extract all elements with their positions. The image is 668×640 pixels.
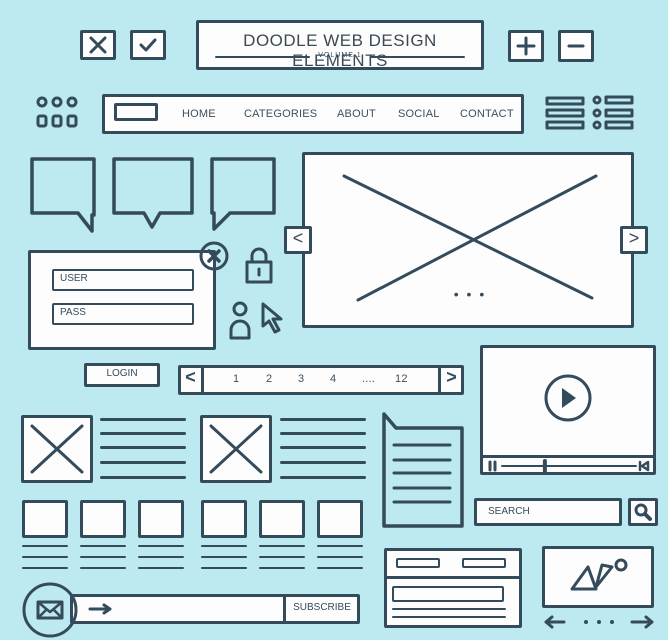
caption-line xyxy=(317,567,363,569)
grid-icon[interactable] xyxy=(36,96,82,130)
caption-line xyxy=(259,556,305,558)
image-placeholder-icon xyxy=(209,424,263,474)
subscribe-button[interactable]: SUBSCRIBE xyxy=(286,602,358,613)
document-icon xyxy=(382,412,464,528)
arrow-right-icon xyxy=(88,603,112,615)
page-3[interactable]: 3 xyxy=(298,373,304,385)
gallery-tile-4[interactable] xyxy=(201,500,247,538)
search-placeholder: SEARCH xyxy=(488,506,530,517)
caption-line xyxy=(317,556,363,558)
check-icon xyxy=(139,38,157,52)
user-field-placeholder: USER xyxy=(60,273,88,284)
login-button-label: LOGIN xyxy=(106,368,138,379)
slider-dots[interactable]: • • • xyxy=(440,286,500,302)
page-1[interactable]: 1 xyxy=(233,373,239,385)
lock-icon xyxy=(245,247,273,284)
form-field-small-1[interactable] xyxy=(396,558,440,568)
user-icon xyxy=(229,301,251,340)
form-field-small-2[interactable] xyxy=(462,558,506,568)
chevron-left-icon: < xyxy=(292,228,304,248)
minus-icon xyxy=(567,44,585,48)
carousel-arrows[interactable] xyxy=(544,614,656,630)
nav-item-home[interactable]: HOME xyxy=(182,108,216,120)
nav-item-about[interactable]: ABOUT xyxy=(337,108,376,120)
login-panel xyxy=(28,250,216,350)
page-4[interactable]: 4 xyxy=(330,373,336,385)
caption-line xyxy=(259,567,305,569)
image-icon xyxy=(570,558,628,591)
nav-item-contact[interactable]: CONTACT xyxy=(460,108,514,120)
caption-line xyxy=(22,556,68,558)
speech-bubble-right xyxy=(210,157,276,231)
page-12[interactable]: 12 xyxy=(395,373,408,385)
caption-line xyxy=(201,545,247,547)
caption-line xyxy=(22,567,68,569)
caption-line xyxy=(138,545,184,547)
caption-line xyxy=(259,545,305,547)
close-circle-icon[interactable] xyxy=(198,240,230,272)
caption-line xyxy=(201,567,247,569)
caption-line xyxy=(138,567,184,569)
pagination-next-button[interactable]: > xyxy=(438,367,462,393)
form-field-wide[interactable] xyxy=(392,586,504,602)
pagination xyxy=(178,365,464,395)
nav-item-social[interactable]: SOCIAL xyxy=(398,108,440,120)
chevron-right-icon: > xyxy=(628,228,640,248)
pagination-prev-button[interactable]: < xyxy=(180,367,204,393)
gallery-tile-5[interactable] xyxy=(259,500,305,538)
caption-line xyxy=(80,556,126,558)
close-icon xyxy=(89,36,107,54)
cursor-icon xyxy=(261,302,283,334)
pass-field-placeholder: PASS xyxy=(60,307,86,318)
navbar-logo[interactable] xyxy=(114,103,158,121)
speech-bubble-left xyxy=(30,157,96,233)
bullet-list-icon[interactable] xyxy=(592,95,636,132)
page-subtitle: VOLUME 1 xyxy=(318,52,362,59)
mail-icon[interactable] xyxy=(20,582,80,638)
caption-line xyxy=(22,545,68,547)
page-ellipsis: .... xyxy=(362,373,376,385)
image-placeholder-icon xyxy=(30,424,84,474)
video-controls xyxy=(488,459,650,473)
gallery-tile-6[interactable] xyxy=(317,500,363,538)
caption-line xyxy=(80,545,126,547)
caption-line xyxy=(201,556,247,558)
play-button-icon[interactable] xyxy=(542,372,594,424)
gallery-tile-1[interactable] xyxy=(22,500,68,538)
caption-line xyxy=(138,556,184,558)
page-title: DOODLE WEB DESIGN ELEMENTS xyxy=(243,31,437,70)
speech-bubble-center xyxy=(112,157,194,229)
plus-icon xyxy=(516,36,536,56)
caption-line xyxy=(317,545,363,547)
page-2[interactable]: 2 xyxy=(266,373,272,385)
search-icon xyxy=(634,503,652,521)
gallery-tile-2[interactable] xyxy=(80,500,126,538)
hamburger-menu-icon[interactable] xyxy=(545,96,586,132)
gallery-tile-3[interactable] xyxy=(138,500,184,538)
nav-item-categories[interactable]: CATEGORIES xyxy=(244,108,317,120)
caption-line xyxy=(80,567,126,569)
